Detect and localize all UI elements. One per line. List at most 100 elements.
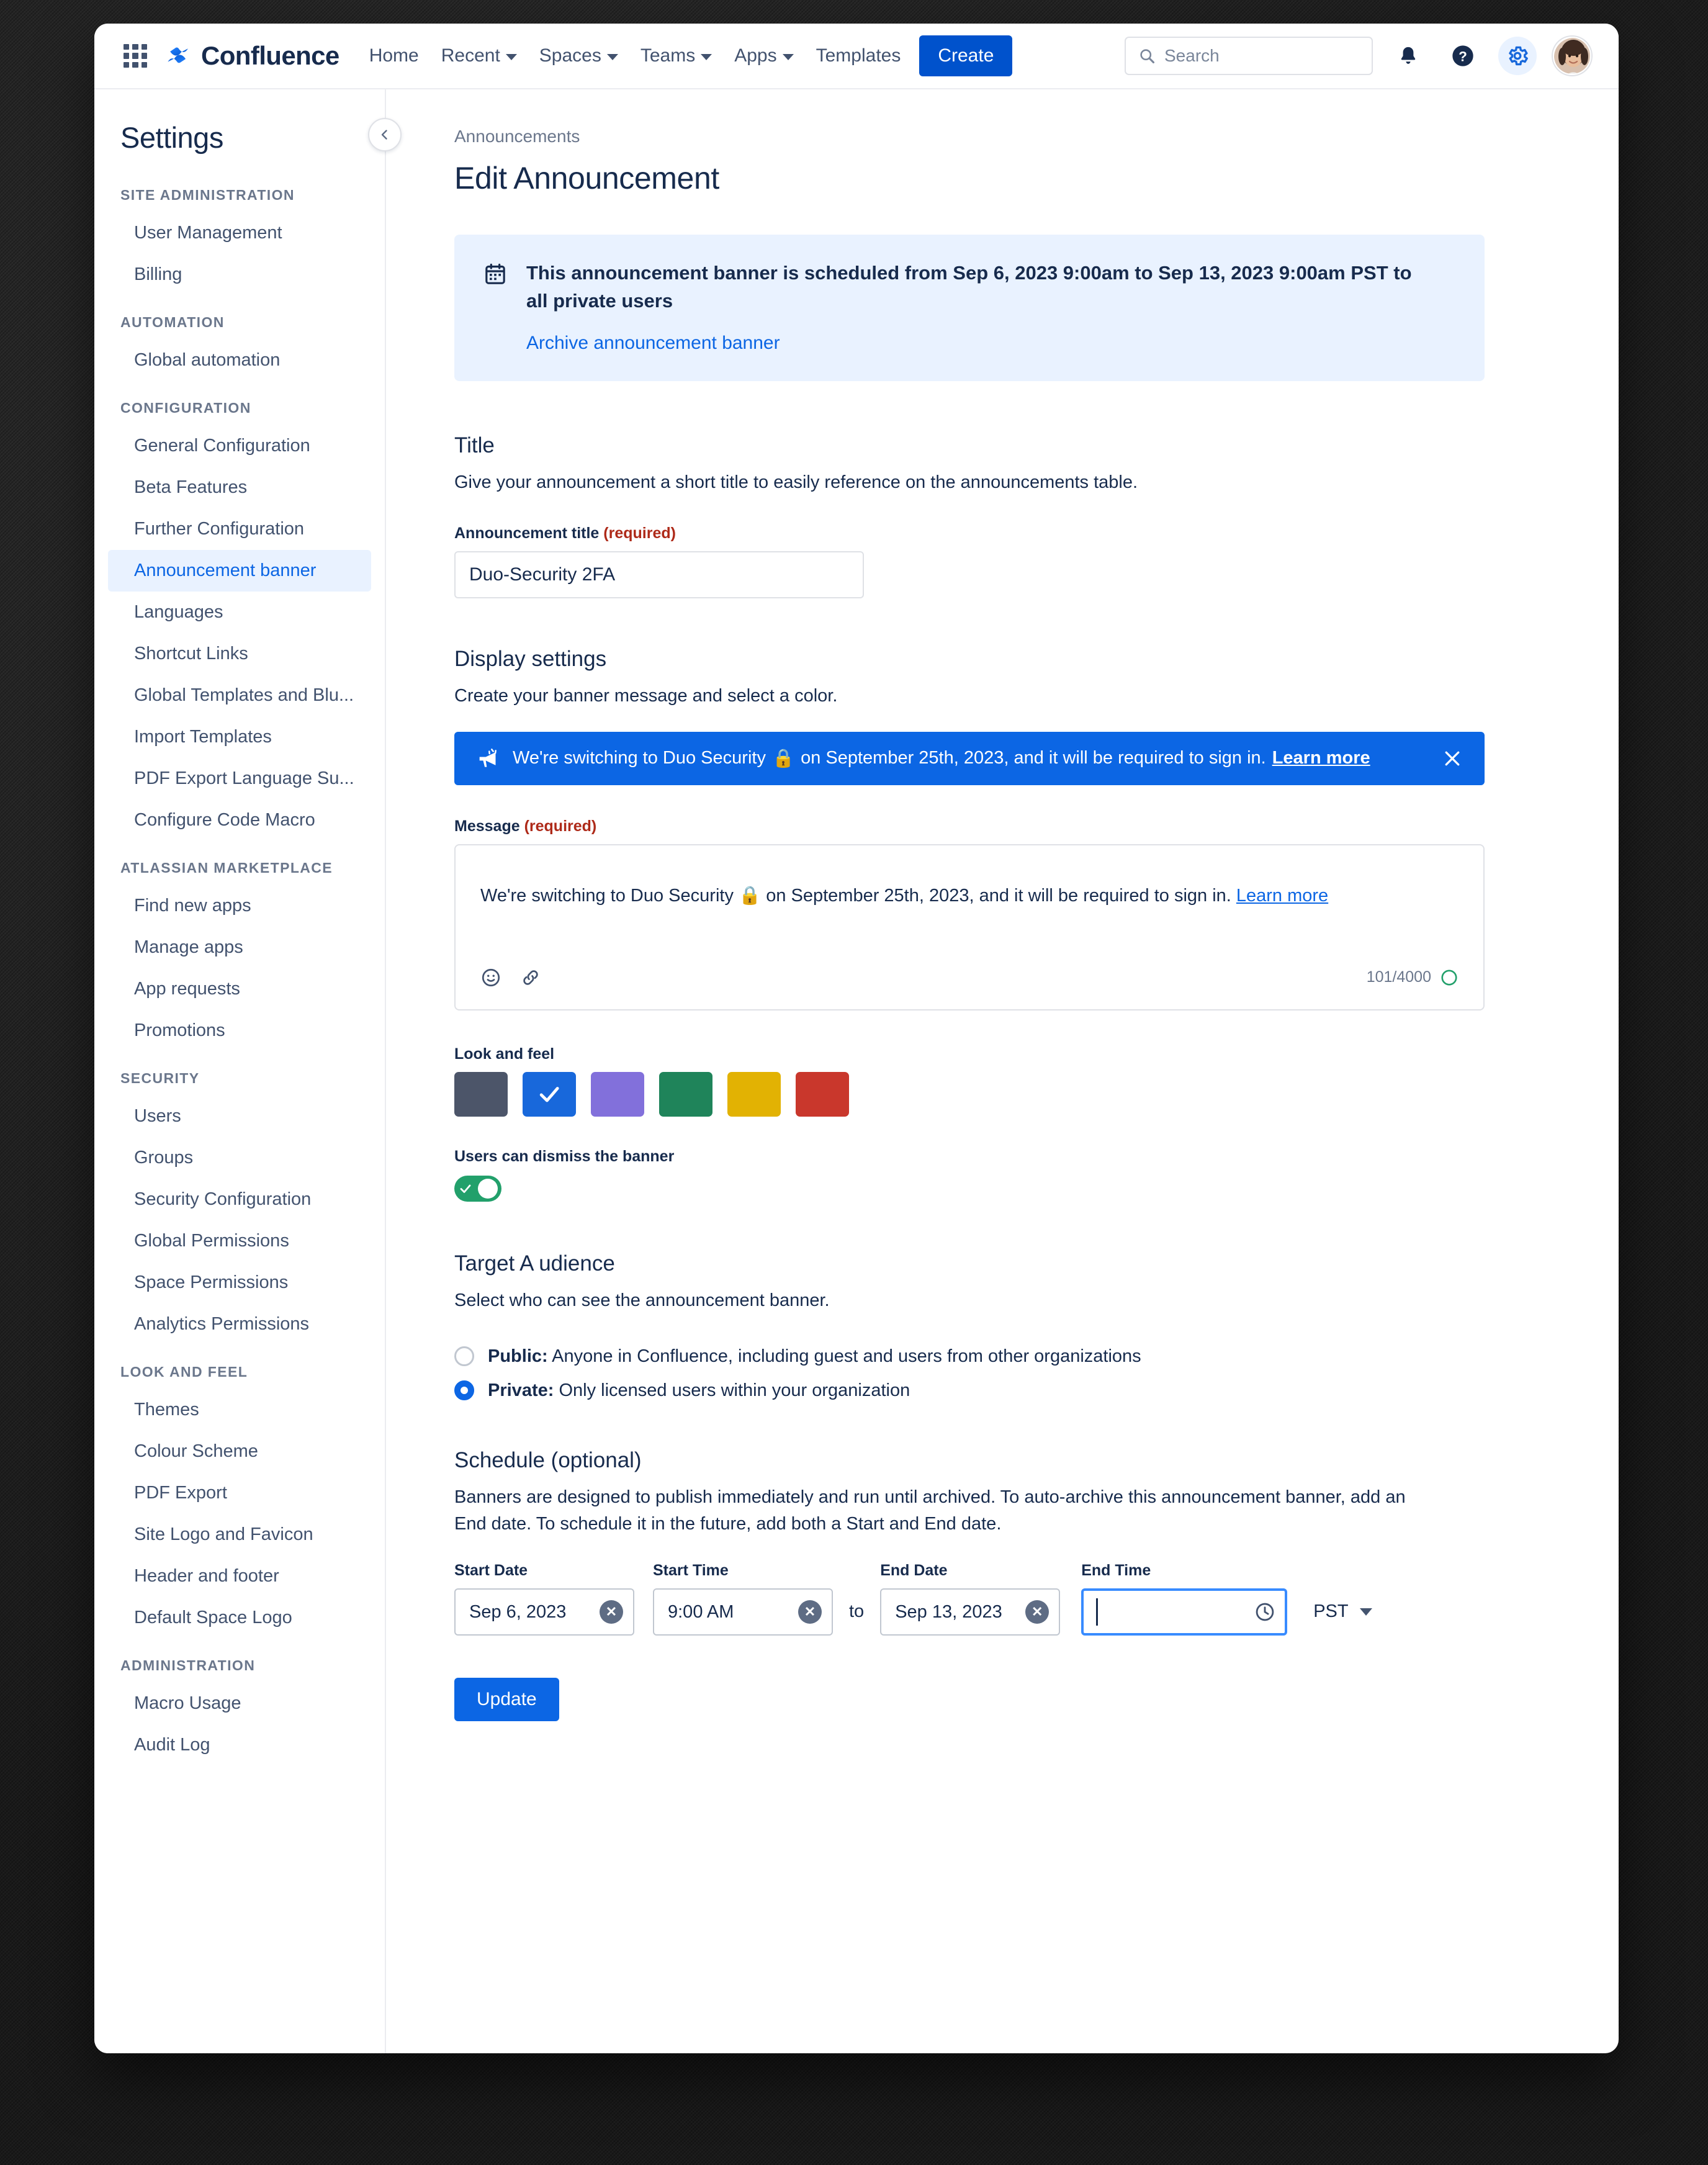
end-time-input[interactable]	[1081, 1588, 1288, 1636]
brand-name: Confluence	[201, 41, 339, 70]
sidebar-item-macro-usage[interactable]: Macro Usage	[108, 1683, 371, 1724]
confluence-mark-icon	[168, 47, 188, 63]
help-icon[interactable]: ?	[1444, 37, 1482, 75]
update-button[interactable]: Update	[454, 1678, 559, 1722]
audience-public-text: Public: Anyone in Confluence, including …	[488, 1346, 1141, 1367]
nav-item-templates[interactable]: Templates	[805, 37, 912, 75]
end-date-input[interactable]: Sep 13, 2023 ✕	[880, 1588, 1061, 1636]
sidebar-item-beta-features[interactable]: Beta Features	[108, 467, 371, 508]
sidebar-item-colour-scheme[interactable]: Colour Scheme	[108, 1431, 371, 1472]
title-section: Title Give your announcement a short tit…	[454, 433, 1485, 598]
breadcrumb[interactable]: Announcements	[454, 127, 1485, 146]
sidebar-item-global-automation[interactable]: Global automation	[108, 340, 371, 381]
sidebar-item-billing[interactable]: Billing	[108, 254, 371, 295]
sidebar-item-pdf-export-language-su[interactable]: PDF Export Language Su...	[108, 758, 371, 799]
nav-item-teams[interactable]: Teams	[629, 37, 723, 75]
lock-emoji-icon: 🔒	[739, 885, 762, 906]
message-editor[interactable]: We're switching to Duo Security 🔒 on Sep…	[454, 844, 1485, 1010]
confluence-logo[interactable]: Confluence	[166, 41, 339, 71]
clear-start-time-icon[interactable]: ✕	[798, 1600, 822, 1624]
sidebar-item-shortcut-links[interactable]: Shortcut Links	[108, 633, 371, 675]
message-text-after: on September 25th, 2023, and it will be …	[766, 885, 1231, 906]
color-swatch-red[interactable]	[796, 1071, 849, 1117]
archive-announcement-link[interactable]: Archive announcement banner	[526, 333, 780, 354]
radio-private[interactable]	[454, 1380, 474, 1401]
sidebar-item-header-and-footer[interactable]: Header and footer	[108, 1555, 371, 1597]
create-button[interactable]: Create	[919, 35, 1013, 76]
message-learn-more-link[interactable]: Learn more	[1236, 886, 1328, 906]
color-swatch-purple[interactable]	[591, 1071, 644, 1117]
announcement-title-input[interactable]: Duo-Security 2FA	[454, 551, 864, 598]
nav-item-apps[interactable]: Apps	[723, 37, 804, 75]
sidebar-item-analytics-permissions[interactable]: Analytics Permissions	[108, 1303, 371, 1345]
audience-public-rest: Anyone in Confluence, including guest an…	[552, 1346, 1141, 1366]
timezone-select[interactable]: PST	[1287, 1601, 1372, 1636]
lock-emoji-icon: 🔒	[771, 748, 795, 768]
settings-gear-icon[interactable]	[1498, 37, 1537, 75]
audience-option-private[interactable]: Private: Only licensed users within your…	[454, 1380, 1485, 1401]
sidebar-item-security-configuration[interactable]: Security Configuration	[108, 1179, 371, 1220]
audience-option-public[interactable]: Public: Anyone in Confluence, including …	[454, 1346, 1485, 1367]
sidebar-item-users[interactable]: Users	[108, 1096, 371, 1137]
audience-description: Select who can see the announcement bann…	[454, 1290, 830, 1310]
color-swatch-blue[interactable]	[523, 1071, 576, 1117]
link-icon[interactable]	[520, 967, 541, 988]
schedule-heading: Schedule (optional)	[454, 1447, 642, 1472]
clear-start-date-icon[interactable]: ✕	[600, 1600, 623, 1624]
dismiss-toggle[interactable]	[454, 1175, 501, 1202]
audience-heading: Target A udience	[454, 1251, 615, 1276]
end-date-field: End Date Sep 13, 2023 ✕	[880, 1562, 1061, 1636]
sidebar-item-announcement-banner[interactable]: Announcement banner	[108, 550, 371, 592]
sidebar-item-global-templates-and-blu[interactable]: Global Templates and Blu...	[108, 675, 371, 716]
sidebar-item-general-configuration[interactable]: General Configuration	[108, 425, 371, 467]
radio-public[interactable]	[454, 1346, 474, 1367]
clock-icon[interactable]	[1254, 1601, 1276, 1623]
nav-item-home[interactable]: Home	[358, 37, 430, 75]
avatar[interactable]	[1553, 37, 1591, 75]
notification-bell-icon[interactable]	[1389, 37, 1427, 75]
sidebar-item-global-permissions[interactable]: Global Permissions	[108, 1220, 371, 1262]
sidebar-group-label: LOOK AND FEEL	[120, 1364, 248, 1380]
required-tag: (required)	[524, 817, 597, 835]
sidebar-title: Settings	[120, 121, 223, 154]
sidebar-item-groups[interactable]: Groups	[108, 1137, 371, 1179]
sidebar-item-languages[interactable]: Languages	[108, 592, 371, 633]
audience-private-bold: Private:	[488, 1380, 554, 1400]
nav-item-recent[interactable]: Recent	[430, 37, 528, 75]
sidebar-item-user-management[interactable]: User Management	[108, 212, 371, 254]
emoji-icon[interactable]	[480, 967, 501, 988]
calendar-icon	[485, 263, 505, 284]
check-icon	[460, 1184, 471, 1193]
editor-toolbar: 101/4000	[480, 967, 1459, 1009]
app-switcher-icon[interactable]	[118, 38, 153, 73]
sidebar-item-configure-code-macro[interactable]: Configure Code Macro	[108, 799, 371, 841]
sidebar-item-pdf-export[interactable]: PDF Export	[108, 1472, 371, 1514]
sidebar-collapse-button[interactable]	[368, 118, 402, 151]
to-label: to	[849, 1601, 865, 1622]
sidebar-item-find-new-apps[interactable]: Find new apps	[108, 885, 371, 927]
nav-item-spaces[interactable]: Spaces	[528, 37, 629, 75]
sidebar-item-further-configuration[interactable]: Further Configuration	[108, 508, 371, 550]
sidebar-item-audit-log[interactable]: Audit Log	[108, 1724, 371, 1766]
color-swatch-slate[interactable]	[454, 1071, 508, 1117]
close-icon[interactable]	[1441, 747, 1463, 770]
nav-label: Apps	[734, 45, 777, 66]
color-swatch-yellow[interactable]	[727, 1071, 781, 1117]
sidebar-item-import-templates[interactable]: Import Templates	[108, 716, 371, 758]
sidebar-item-themes[interactable]: Themes	[108, 1389, 371, 1431]
start-time-value: 9:00 AM	[668, 1601, 734, 1622]
search-input[interactable]: Search	[1125, 37, 1373, 75]
sidebar-item-site-logo-and-favicon[interactable]: Site Logo and Favicon	[108, 1514, 371, 1555]
search-placeholder: Search	[1164, 46, 1220, 65]
start-time-input[interactable]: 9:00 AM ✕	[653, 1588, 833, 1636]
banner-learn-more-link[interactable]: Learn more	[1272, 748, 1370, 768]
sidebar-item-space-permissions[interactable]: Space Permissions	[108, 1262, 371, 1303]
sidebar-item-default-space-logo[interactable]: Default Space Logo	[108, 1597, 371, 1639]
clear-end-date-icon[interactable]: ✕	[1025, 1600, 1050, 1624]
sidebar-item-manage-apps[interactable]: Manage apps	[108, 927, 371, 968]
sidebar-item-app-requests[interactable]: App requests	[108, 968, 371, 1010]
color-swatch-green[interactable]	[659, 1071, 712, 1117]
start-date-input[interactable]: Sep 6, 2023 ✕	[454, 1588, 634, 1636]
chevron-left-icon	[381, 130, 387, 140]
sidebar-item-promotions[interactable]: Promotions	[108, 1010, 371, 1051]
